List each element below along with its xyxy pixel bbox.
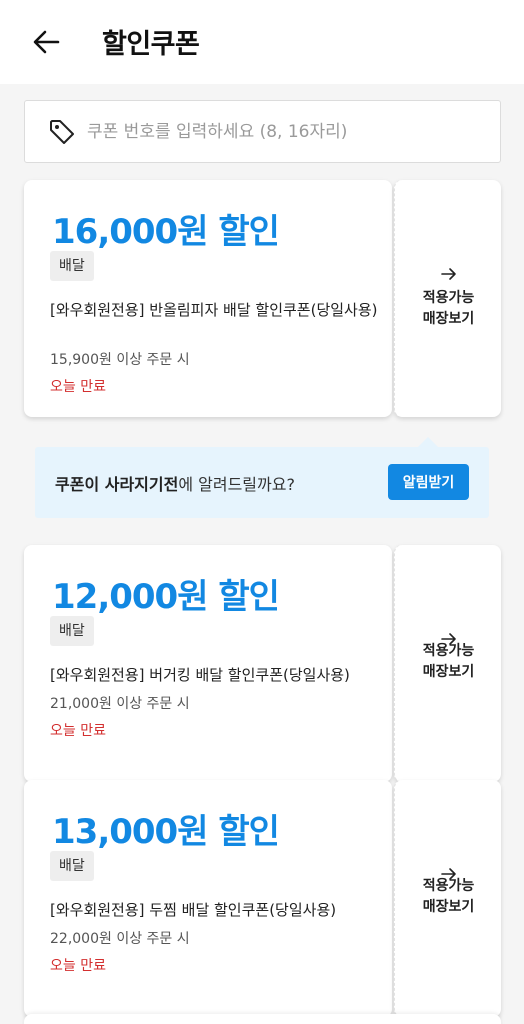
coupon-code-input[interactable] — [87, 101, 487, 162]
tag-icon — [50, 120, 74, 144]
applicable-stores-label: 적용가능 — [422, 290, 475, 306]
coupon-name: [와우회원전용] 두찜 배달 할인쿠폰(당일사용) — [50, 901, 337, 919]
coupon-info: 12,000원 할인 배달 [와우회원전용] 버거킹 배달 할인쿠폰(당일사용)… — [24, 545, 392, 782]
expiry-notify-banner: 쿠폰이 사라지기전에 알려드릴까요? 알림받기 — [35, 447, 489, 518]
coupon-card: 12,000원 할인 배달 [와우회원전용] 버거킹 배달 할인쿠폰(당일사용)… — [24, 545, 501, 782]
coupon-name: [와우회원전용] 반올림피자 배달 할인쿠폰(당일사용) — [50, 301, 378, 319]
coupon-card: 13,000원 할인 배달 [와우회원전용] 두찜 배달 할인쿠폰(당일사용) … — [24, 780, 501, 1017]
applicable-stores-button[interactable]: 적용가능 매장보기 — [394, 545, 501, 782]
coupon-expiry: 오늘 만료 — [50, 723, 106, 739]
coupon-info: 13,000원 할인 배달 [와우회원전용] 두찜 배달 할인쿠폰(당일사용) … — [24, 780, 392, 1017]
coupon-min-order: 15,900원 이상 주문 시 — [50, 352, 190, 368]
coupon-min-order: 22,000원 이상 주문 시 — [50, 931, 190, 947]
coupon-info: 16,000원 할인 배달 [와우회원전용] 반올림피자 배달 할인쿠폰(당일사… — [24, 180, 392, 417]
applicable-stores-label: 적용가능 — [422, 878, 475, 894]
coupon-amount: 13,000원 할인 — [52, 812, 280, 852]
arrow-right-icon — [441, 268, 456, 280]
app-header: 할인쿠폰 — [0, 0, 524, 84]
coupon-amount: 16,000원 할인 — [52, 212, 280, 252]
coupon-type-badge: 배달 — [50, 851, 94, 881]
coupon-name: [와우회원전용] 버거킹 배달 할인쿠폰(당일사용) — [50, 666, 350, 684]
coupon-card: 16,000원 할인 배달 [와우회원전용] 반올림피자 배달 할인쿠폰(당일사… — [24, 180, 501, 417]
arrow-left-icon[interactable] — [28, 24, 64, 60]
coupon-min-order: 21,000원 이상 주문 시 — [50, 696, 190, 712]
banner-pointer — [418, 437, 438, 447]
notify-message: 쿠폰이 사라지기전에 알려드릴까요? — [55, 475, 295, 494]
coupon-type-badge: 배달 — [50, 616, 94, 646]
page-title: 할인쿠폰 — [102, 29, 200, 60]
applicable-stores-label: 매장보기 — [422, 311, 475, 327]
applicable-stores-button[interactable]: 적용가능 매장보기 — [394, 780, 501, 1017]
applicable-stores-label: 적용가능 — [422, 643, 475, 659]
coupon-card-partial — [24, 1014, 501, 1024]
applicable-stores-label: 매장보기 — [422, 664, 475, 680]
coupon-expiry: 오늘 만료 — [50, 379, 106, 395]
applicable-stores-label: 매장보기 — [422, 899, 475, 915]
coupon-code-field[interactable] — [24, 100, 501, 163]
coupon-type-badge: 배달 — [50, 251, 94, 281]
coupon-expiry: 오늘 만료 — [50, 958, 106, 974]
applicable-stores-button[interactable]: 적용가능 매장보기 — [394, 180, 501, 417]
notify-button[interactable]: 알림받기 — [388, 464, 469, 500]
coupon-amount: 12,000원 할인 — [52, 577, 280, 617]
